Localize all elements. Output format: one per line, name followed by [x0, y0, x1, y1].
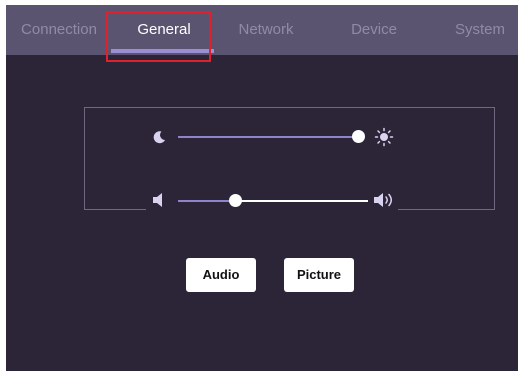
sun-icon — [374, 127, 394, 152]
moon-icon — [151, 129, 167, 150]
volume-thumb[interactable] — [229, 194, 242, 207]
picture-button[interactable]: Picture — [284, 258, 354, 292]
brightness-slider[interactable] — [178, 130, 365, 143]
tab-network[interactable]: Network — [216, 5, 316, 55]
panel-frame-gap — [146, 204, 398, 212]
volume-slider[interactable] — [178, 194, 368, 207]
speaker-high-icon — [373, 192, 397, 213]
speaker-low-icon — [152, 192, 166, 213]
settings-screen: Connection General Network Device System — [6, 5, 518, 371]
audio-button[interactable]: Audio — [186, 258, 256, 292]
volume-fill — [178, 200, 235, 202]
tab-connection[interactable]: Connection — [6, 5, 112, 55]
tab-device[interactable]: Device — [324, 5, 424, 55]
brightness-fill — [178, 136, 358, 138]
highlight-frame — [106, 11, 211, 62]
slider-panel — [84, 107, 495, 210]
tab-system[interactable]: System — [430, 5, 518, 55]
tab-bar: Connection General Network Device System — [6, 5, 518, 55]
brightness-thumb[interactable] — [352, 130, 365, 143]
